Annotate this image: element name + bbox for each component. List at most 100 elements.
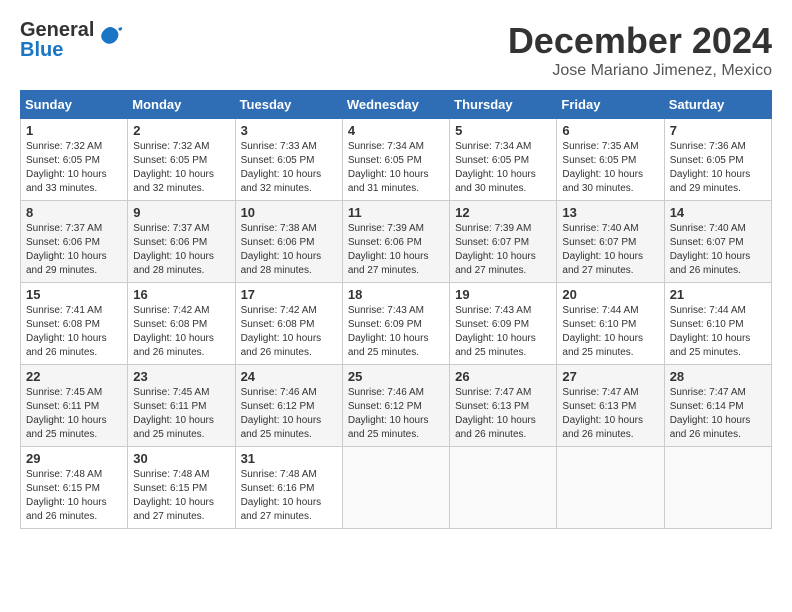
day-number: 5 (455, 123, 551, 138)
day-number: 30 (133, 451, 229, 466)
day-number: 16 (133, 287, 229, 302)
day-info: Sunrise: 7:44 AMSunset: 6:10 PMDaylight:… (562, 305, 643, 358)
calendar-week-row: 29 Sunrise: 7:48 AMSunset: 6:15 PMDaylig… (21, 447, 772, 529)
day-info: Sunrise: 7:45 AMSunset: 6:11 PMDaylight:… (26, 387, 107, 440)
day-number: 12 (455, 205, 551, 220)
day-number: 6 (562, 123, 658, 138)
calendar-cell: 23 Sunrise: 7:45 AMSunset: 6:11 PMDaylig… (128, 365, 235, 447)
calendar-cell: 8 Sunrise: 7:37 AMSunset: 6:06 PMDayligh… (21, 201, 128, 283)
day-info: Sunrise: 7:40 AMSunset: 6:07 PMDaylight:… (670, 223, 751, 276)
day-info: Sunrise: 7:42 AMSunset: 6:08 PMDaylight:… (133, 305, 214, 358)
calendar-cell: 5 Sunrise: 7:34 AMSunset: 6:05 PMDayligh… (450, 119, 557, 201)
day-number: 24 (241, 369, 337, 384)
calendar-cell: 25 Sunrise: 7:46 AMSunset: 6:12 PMDaylig… (342, 365, 449, 447)
calendar-day-header: Saturday (664, 91, 771, 119)
day-info: Sunrise: 7:43 AMSunset: 6:09 PMDaylight:… (455, 305, 536, 358)
day-number: 19 (455, 287, 551, 302)
calendar-cell: 6 Sunrise: 7:35 AMSunset: 6:05 PMDayligh… (557, 119, 664, 201)
day-number: 11 (348, 205, 444, 220)
calendar-cell: 20 Sunrise: 7:44 AMSunset: 6:10 PMDaylig… (557, 283, 664, 365)
calendar-day-header: Thursday (450, 91, 557, 119)
calendar-cell: 9 Sunrise: 7:37 AMSunset: 6:06 PMDayligh… (128, 201, 235, 283)
day-info: Sunrise: 7:34 AMSunset: 6:05 PMDaylight:… (455, 141, 536, 194)
page-header: General Blue December 2024 Jose Mariano … (20, 20, 772, 80)
logo: General Blue (20, 20, 124, 60)
calendar-cell: 10 Sunrise: 7:38 AMSunset: 6:06 PMDaylig… (235, 201, 342, 283)
day-info: Sunrise: 7:45 AMSunset: 6:11 PMDaylight:… (133, 387, 214, 440)
day-info: Sunrise: 7:47 AMSunset: 6:13 PMDaylight:… (455, 387, 536, 440)
calendar-cell: 3 Sunrise: 7:33 AMSunset: 6:05 PMDayligh… (235, 119, 342, 201)
day-info: Sunrise: 7:42 AMSunset: 6:08 PMDaylight:… (241, 305, 322, 358)
calendar-day-header: Friday (557, 91, 664, 119)
calendar-cell: 17 Sunrise: 7:42 AMSunset: 6:08 PMDaylig… (235, 283, 342, 365)
day-info: Sunrise: 7:44 AMSunset: 6:10 PMDaylight:… (670, 305, 751, 358)
day-info: Sunrise: 7:38 AMSunset: 6:06 PMDaylight:… (241, 223, 322, 276)
calendar-cell: 4 Sunrise: 7:34 AMSunset: 6:05 PMDayligh… (342, 119, 449, 201)
day-number: 29 (26, 451, 122, 466)
day-info: Sunrise: 7:32 AMSunset: 6:05 PMDaylight:… (26, 141, 107, 194)
day-number: 25 (348, 369, 444, 384)
calendar-week-row: 22 Sunrise: 7:45 AMSunset: 6:11 PMDaylig… (21, 365, 772, 447)
day-number: 18 (348, 287, 444, 302)
day-info: Sunrise: 7:41 AMSunset: 6:08 PMDaylight:… (26, 305, 107, 358)
day-number: 9 (133, 205, 229, 220)
calendar-cell: 2 Sunrise: 7:32 AMSunset: 6:05 PMDayligh… (128, 119, 235, 201)
day-info: Sunrise: 7:46 AMSunset: 6:12 PMDaylight:… (241, 387, 322, 440)
calendar-cell: 19 Sunrise: 7:43 AMSunset: 6:09 PMDaylig… (450, 283, 557, 365)
calendar-cell: 15 Sunrise: 7:41 AMSunset: 6:08 PMDaylig… (21, 283, 128, 365)
day-info: Sunrise: 7:40 AMSunset: 6:07 PMDaylight:… (562, 223, 643, 276)
calendar-cell (450, 447, 557, 529)
title-area: December 2024 Jose Mariano Jimenez, Mexi… (508, 20, 772, 80)
day-info: Sunrise: 7:39 AMSunset: 6:06 PMDaylight:… (348, 223, 429, 276)
calendar-cell: 18 Sunrise: 7:43 AMSunset: 6:09 PMDaylig… (342, 283, 449, 365)
day-number: 17 (241, 287, 337, 302)
day-number: 23 (133, 369, 229, 384)
calendar-cell (342, 447, 449, 529)
day-number: 1 (26, 123, 122, 138)
calendar-cell: 21 Sunrise: 7:44 AMSunset: 6:10 PMDaylig… (664, 283, 771, 365)
calendar-day-header: Sunday (21, 91, 128, 119)
location-title: Jose Mariano Jimenez, Mexico (508, 62, 772, 80)
day-info: Sunrise: 7:48 AMSunset: 6:16 PMDaylight:… (241, 469, 322, 522)
day-info: Sunrise: 7:32 AMSunset: 6:05 PMDaylight:… (133, 141, 214, 194)
calendar-cell: 29 Sunrise: 7:48 AMSunset: 6:15 PMDaylig… (21, 447, 128, 529)
calendar-week-row: 1 Sunrise: 7:32 AMSunset: 6:05 PMDayligh… (21, 119, 772, 201)
calendar-table: SundayMondayTuesdayWednesdayThursdayFrid… (20, 90, 772, 529)
day-number: 3 (241, 123, 337, 138)
day-number: 10 (241, 205, 337, 220)
calendar-cell: 7 Sunrise: 7:36 AMSunset: 6:05 PMDayligh… (664, 119, 771, 201)
day-info: Sunrise: 7:36 AMSunset: 6:05 PMDaylight:… (670, 141, 751, 194)
calendar-cell: 27 Sunrise: 7:47 AMSunset: 6:13 PMDaylig… (557, 365, 664, 447)
day-info: Sunrise: 7:48 AMSunset: 6:15 PMDaylight:… (133, 469, 214, 522)
day-info: Sunrise: 7:43 AMSunset: 6:09 PMDaylight:… (348, 305, 429, 358)
calendar-cell: 26 Sunrise: 7:47 AMSunset: 6:13 PMDaylig… (450, 365, 557, 447)
calendar-cell: 22 Sunrise: 7:45 AMSunset: 6:11 PMDaylig… (21, 365, 128, 447)
calendar-header-row: SundayMondayTuesdayWednesdayThursdayFrid… (21, 91, 772, 119)
day-number: 21 (670, 287, 766, 302)
calendar-cell: 16 Sunrise: 7:42 AMSunset: 6:08 PMDaylig… (128, 283, 235, 365)
logo-bird-icon (96, 23, 124, 57)
day-info: Sunrise: 7:34 AMSunset: 6:05 PMDaylight:… (348, 141, 429, 194)
calendar-cell: 13 Sunrise: 7:40 AMSunset: 6:07 PMDaylig… (557, 201, 664, 283)
day-number: 15 (26, 287, 122, 302)
calendar-cell: 12 Sunrise: 7:39 AMSunset: 6:07 PMDaylig… (450, 201, 557, 283)
calendar-cell: 14 Sunrise: 7:40 AMSunset: 6:07 PMDaylig… (664, 201, 771, 283)
day-number: 28 (670, 369, 766, 384)
calendar-cell (557, 447, 664, 529)
calendar-body: 1 Sunrise: 7:32 AMSunset: 6:05 PMDayligh… (21, 119, 772, 529)
day-info: Sunrise: 7:35 AMSunset: 6:05 PMDaylight:… (562, 141, 643, 194)
day-info: Sunrise: 7:37 AMSunset: 6:06 PMDaylight:… (133, 223, 214, 276)
day-info: Sunrise: 7:47 AMSunset: 6:14 PMDaylight:… (670, 387, 751, 440)
calendar-day-header: Tuesday (235, 91, 342, 119)
calendar-cell: 24 Sunrise: 7:46 AMSunset: 6:12 PMDaylig… (235, 365, 342, 447)
calendar-cell: 11 Sunrise: 7:39 AMSunset: 6:06 PMDaylig… (342, 201, 449, 283)
day-number: 4 (348, 123, 444, 138)
calendar-cell: 31 Sunrise: 7:48 AMSunset: 6:16 PMDaylig… (235, 447, 342, 529)
day-info: Sunrise: 7:39 AMSunset: 6:07 PMDaylight:… (455, 223, 536, 276)
day-info: Sunrise: 7:37 AMSunset: 6:06 PMDaylight:… (26, 223, 107, 276)
day-number: 26 (455, 369, 551, 384)
day-info: Sunrise: 7:46 AMSunset: 6:12 PMDaylight:… (348, 387, 429, 440)
logo-blue-text: Blue (20, 40, 94, 60)
calendar-week-row: 15 Sunrise: 7:41 AMSunset: 6:08 PMDaylig… (21, 283, 772, 365)
month-title: December 2024 (508, 20, 772, 62)
